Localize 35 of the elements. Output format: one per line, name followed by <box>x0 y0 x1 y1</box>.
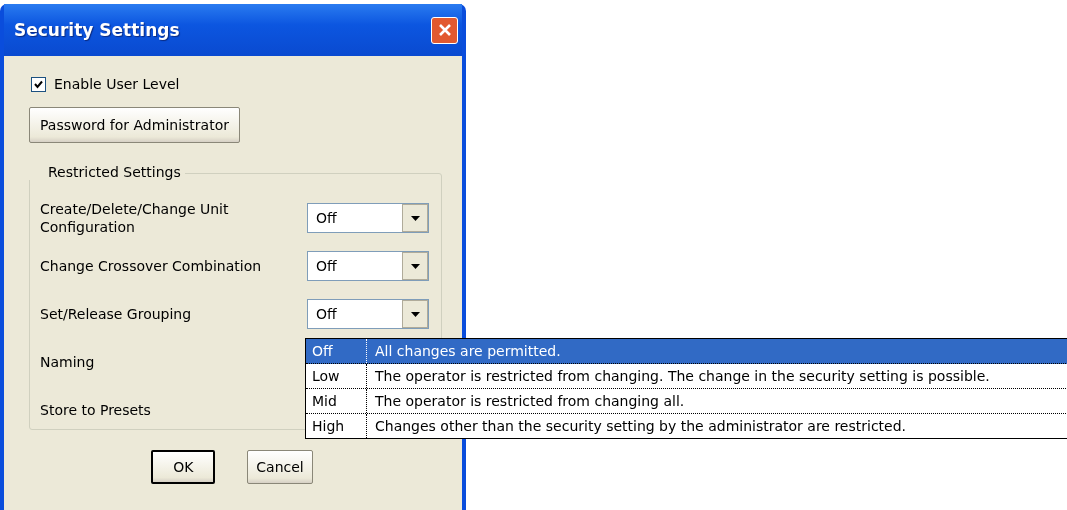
option-level: Mid <box>306 389 367 413</box>
setting-label: Naming <box>40 353 96 371</box>
setting-label: Create/Delete/Change Unit Configuration <box>40 200 230 236</box>
dropdown-field[interactable]: Off <box>307 251 429 281</box>
option-level: Off <box>306 339 367 363</box>
window-title: Security Settings <box>14 20 180 40</box>
option-description: The operator is restricted from changing. The change in the security setting is possible. <box>374 368 990 384</box>
setting-label: Change Crossover Combination <box>40 257 263 275</box>
dropdown-field[interactable]: Off <box>307 203 429 233</box>
dropdown-option[interactable]: High Changes other than the security setting by the administrator are restricted. <box>306 414 1067 438</box>
checkbox-label: Enable User Level <box>54 76 180 92</box>
option-description: All changes are permitted. <box>374 343 561 359</box>
option-description: Changes other than the security setting by the administrator are restricted. <box>374 418 906 434</box>
dropdown-arrow-button[interactable] <box>402 252 428 280</box>
dropdown-option[interactable]: Low The operator is restricted from changing. The change in the security setting is possible. <box>306 364 1067 389</box>
option-level: High <box>306 414 367 438</box>
option-description: The operator is restricted from changing all. <box>374 393 685 409</box>
dialog-button[interactable]: Cancel <box>247 450 313 484</box>
dropdown-option[interactable]: Mid The operator is restricted from changing all. <box>306 389 1067 414</box>
setting-label: Set/Release Grouping <box>40 305 193 323</box>
checkbox[interactable] <box>31 76 46 92</box>
dropdown-field[interactable]: Off <box>307 299 429 329</box>
check-icon <box>34 79 43 89</box>
option-level: Low <box>306 364 367 388</box>
caret-icon <box>410 311 420 317</box>
close-icon <box>437 23 452 37</box>
setting-label: Store to Presets <box>40 401 152 419</box>
caret-icon <box>410 215 420 221</box>
dropdown-arrow-button[interactable] <box>402 204 428 232</box>
close-button[interactable] <box>431 16 458 44</box>
dropdown-option[interactable]: Off All changes are permitted. <box>306 339 1067 364</box>
dropdown-arrow-button[interactable] <box>402 300 428 328</box>
dialog-button[interactable]: OK <box>151 450 216 484</box>
password-button[interactable]: Password for Administrator <box>29 107 240 143</box>
caret-icon <box>410 263 420 269</box>
